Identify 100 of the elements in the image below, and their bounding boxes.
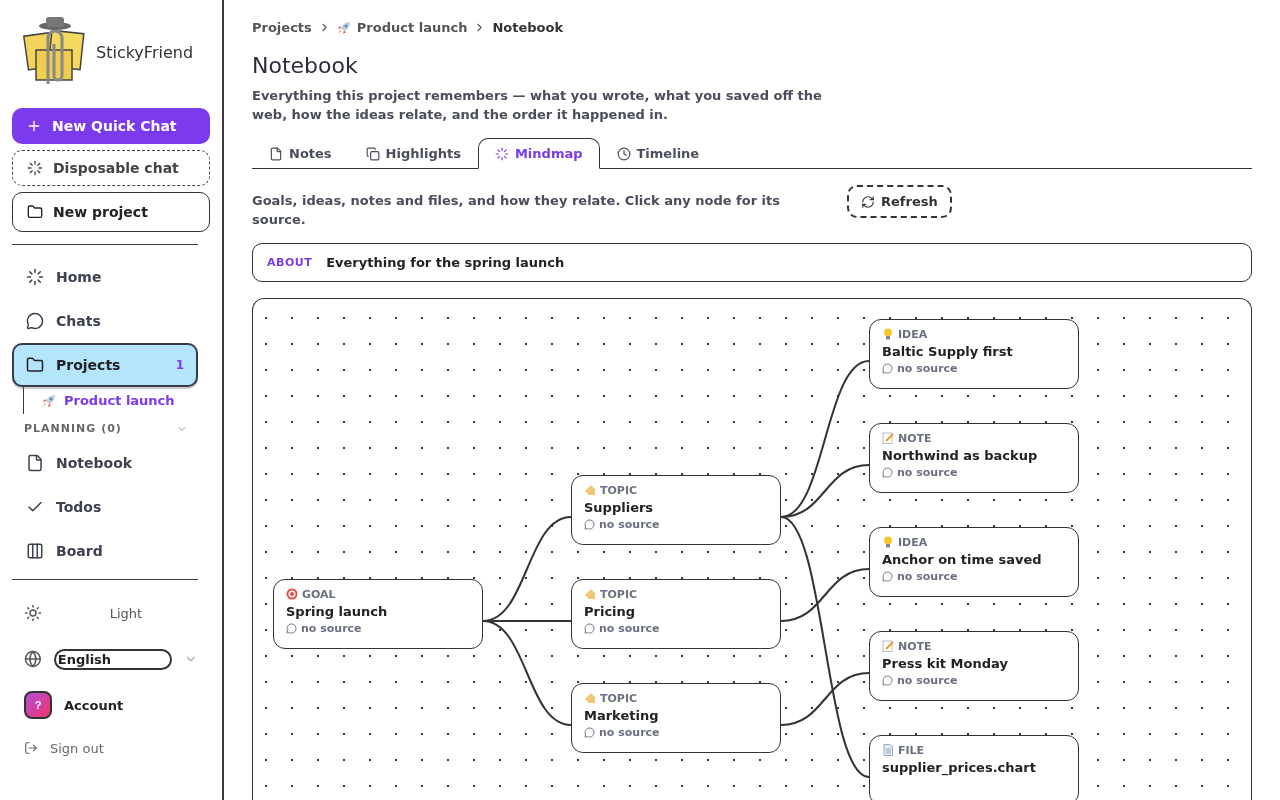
rocket-icon [336,20,351,35]
account-link[interactable]: Account [64,697,124,713]
document-icon [26,454,44,472]
mindmap-node[interactable]: GOAL Spring launch no source [273,578,483,649]
tab[interactable]: Mindmap [477,138,600,170]
copy-icon [365,146,380,161]
new-chat-button[interactable]: New Quick Chat [12,108,210,144]
plus-icon [26,118,42,134]
tag-icon [584,588,596,601]
folder-icon [27,204,43,220]
new-project-button[interactable]: New project [12,192,210,232]
sparkle-icon [494,146,509,161]
chat-icon [584,726,595,738]
node-source: no source [286,621,470,635]
node-title: Marketing [584,707,660,723]
node-type: GOAL [286,587,470,601]
sign-out-button[interactable]: Sign out [12,728,210,768]
node-type: TOPIC [584,691,768,705]
sparkle-icon [27,160,43,176]
project-count: 1 [175,358,184,372]
node-title: Spring launch [286,603,389,619]
refresh-icon [861,194,875,209]
node-title: supplier_prices.chart [882,759,1037,775]
mindmap-hint: Goals, ideas, notes and files, and how they relate. Click any node for its source. [252,192,781,230]
about-text: Everything for the spring launch [326,254,565,270]
node-source: no source [882,361,1066,375]
node-type: IDEA [882,327,1066,341]
theme-toggle[interactable]: Light [54,605,198,621]
document-icon [269,146,283,161]
node-source: no source [882,569,1066,583]
project-link[interactable]: Product launch [42,391,175,410]
breadcrumb-link[interactable]: Notebook [492,20,564,35]
target-icon [286,588,298,601]
lightbulb-icon [882,328,894,341]
about-label: ABOUT [267,255,313,269]
avatar[interactable]: ? [24,691,52,719]
chat-icon [882,674,893,686]
brand-name: StickyFriend [96,42,194,62]
node-title: Press kit Monday [882,655,1009,671]
rocket-icon [42,393,56,408]
chat-icon [882,362,893,374]
mindmap-node[interactable]: IDEA Anchor on time saved no source [869,526,1079,597]
node-source: no source [584,725,768,739]
mindmap-node[interactable]: TOPIC Pricing no source [571,578,781,649]
memo-icon [882,432,894,445]
tab[interactable]: Highlights [348,138,478,170]
node-type: IDEA [882,535,1066,549]
disposable-chat-button[interactable]: Disposable chat [12,150,210,186]
node-source: no source [584,621,768,635]
node-type: NOTE [882,431,1066,445]
clock-icon [616,146,631,161]
page-title: Notebook [252,53,359,78]
mindmap-node[interactable]: TOPIC Suppliers no source [571,474,781,545]
mindmap-node[interactable]: NOTE Press kit Monday no source [869,630,1079,701]
tab[interactable]: Timeline [599,138,717,170]
lightbulb-icon [882,536,894,549]
breadcrumb-link[interactable]: Projects [252,20,312,35]
columns-icon [26,542,44,560]
mindmap-node[interactable]: IDEA Baltic Supply first no source [869,318,1079,389]
tag-icon [584,692,596,705]
breadcrumb-link[interactable]: Product launch [356,20,468,35]
node-source: no source [584,517,768,531]
mindmap-node[interactable]: TOPIC Marketing no source [571,682,781,753]
node-title: Anchor on time saved [882,551,1043,567]
chat-icon [584,518,595,530]
chat-icon [26,312,44,330]
page-description: Everything this project remembers — what you wrote, what you saved off the web, how the ideas relate, and the order it happened in. [252,87,823,124]
mindmap-node[interactable]: NOTE Northwind as backup no source [869,422,1079,493]
folder-icon [26,356,44,374]
language-select[interactable]: English [53,648,173,670]
nav-item[interactable]: Projects 1 [12,343,198,387]
nav-item[interactable]: Home [12,255,198,299]
tag-icon [584,484,596,497]
chat-icon [882,570,893,582]
node-type: NOTE [882,639,1066,653]
nav-item[interactable]: Board [12,529,198,573]
globe-icon [24,650,42,668]
sparkle-icon [26,268,44,286]
node-title: Baltic Supply first [882,343,1014,359]
mindmap-node[interactable]: FILE supplier_prices.chart [869,734,1079,800]
section-header[interactable]: PLANNING (0) [12,414,198,441]
nav-item[interactable]: Todos [12,485,198,529]
node-type: FILE [882,743,1066,757]
refresh-button[interactable]: Refresh [847,185,952,219]
nav-item[interactable]: Chats [12,299,198,343]
memo-icon [882,640,894,653]
node-source: no source [882,465,1066,479]
nav-item[interactable]: Notebook [12,441,198,485]
node-source: no source [882,673,1066,687]
chat-icon [882,466,893,478]
node-type: TOPIC [584,587,768,601]
chat-icon [286,622,297,634]
sun-icon [24,604,42,622]
chat-icon [584,622,595,634]
node-title: Pricing [584,603,637,619]
tab[interactable]: Notes [252,138,349,170]
node-title: Suppliers [584,499,655,515]
sign-out-icon [24,741,38,755]
section-title: PLANNING (0) [24,422,122,435]
node-title: Northwind as backup [882,447,1039,463]
